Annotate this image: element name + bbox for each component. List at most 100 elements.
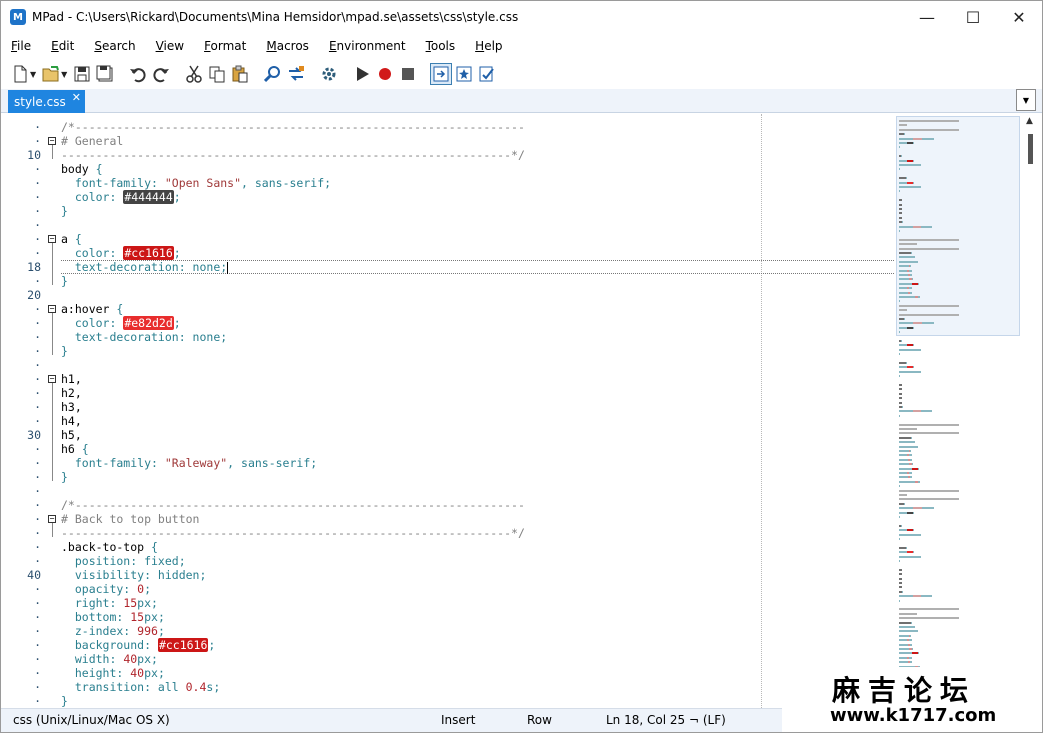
record-macro-button[interactable]	[374, 63, 396, 85]
toggle-panel-button[interactable]	[430, 63, 453, 85]
fold-toggle-icon[interactable]: −	[48, 235, 56, 243]
minimap-line	[899, 573, 902, 576]
scrollbar-thumb[interactable]	[1028, 134, 1033, 164]
cut-icon	[186, 65, 203, 83]
line-number: ·	[34, 358, 41, 372]
code-line[interactable]: h5,	[61, 428, 82, 442]
code-line[interactable]: color: #e82d2d;	[61, 316, 181, 330]
bookmark-button[interactable]	[453, 63, 475, 85]
cut-button[interactable]	[183, 63, 205, 85]
code-line[interactable]: opacity: 0;	[61, 582, 151, 596]
code-line[interactable]: background: #cc1616;	[61, 638, 215, 652]
status-selection-mode[interactable]: Row	[527, 713, 552, 727]
status-mode[interactable]: Insert	[441, 713, 475, 727]
menu-file[interactable]: File	[1, 35, 41, 57]
stop-macro-button[interactable]	[397, 63, 419, 85]
code-line[interactable]: right: 15px;	[61, 596, 158, 610]
code-line[interactable]: a:hover {	[61, 302, 123, 316]
code-token: color:	[61, 190, 124, 204]
code-line[interactable]: position: fixed;	[61, 554, 186, 568]
code-line[interactable]: /*--------------------------------------…	[61, 120, 525, 134]
copy-button[interactable]	[206, 63, 228, 85]
menu-view[interactable]: View	[146, 35, 194, 57]
open-button[interactable]	[40, 63, 62, 85]
code-line[interactable]: h2,	[61, 386, 82, 400]
new-file-dropdown-icon[interactable]: ▼	[30, 70, 36, 79]
code-line[interactable]: a {	[61, 232, 82, 246]
code-editor[interactable]: · · 10 · · · · · · · 18 · 20 · · · · · · · · · 30 · · · · · · · · · 40 · ·…	[1, 114, 894, 708]
code-token: opacity:	[61, 582, 138, 596]
menu-format[interactable]: Format	[194, 35, 256, 57]
code-line[interactable]: h6 {	[61, 442, 89, 456]
code-line[interactable]: width: 40px;	[61, 652, 158, 666]
fold-toggle-icon[interactable]: −	[48, 305, 56, 313]
find-button[interactable]	[262, 63, 284, 85]
code-line[interactable]: ----------------------------------------…	[61, 148, 525, 162]
code-token: color:	[61, 316, 124, 330]
tab-close-icon[interactable]: ✕	[72, 91, 81, 104]
code-line[interactable]: h3,	[61, 400, 82, 414]
minimap-line	[899, 278, 909, 281]
code-line[interactable]: body {	[61, 162, 103, 176]
menu-help[interactable]: Help	[465, 35, 512, 57]
save-button[interactable]	[71, 63, 93, 85]
code-line[interactable]: .back-to-top {	[61, 540, 158, 554]
fold-toggle-icon[interactable]: −	[48, 515, 56, 523]
code-line[interactable]: font-family: "Raleway", sans-serif;	[61, 456, 317, 470]
menu-environment[interactable]: Environment	[319, 35, 416, 57]
code-line[interactable]: text-decoration: none;	[61, 260, 229, 274]
code-line[interactable]: }	[61, 694, 68, 708]
code-line[interactable]: }	[61, 204, 68, 218]
minimap-line	[908, 472, 912, 474]
code-token: ----------------------------------------…	[61, 526, 525, 540]
code-line[interactable]: # Back to top button	[61, 512, 199, 526]
paste-button[interactable]	[229, 63, 251, 85]
undo-button[interactable]	[127, 63, 149, 85]
tab-list-dropdown[interactable]: ▼	[1016, 89, 1036, 111]
minimap-line	[899, 164, 921, 166]
title-bar: M MPad - C:\Users\Rickard\Documents\Mina…	[1, 1, 1042, 33]
open-dropdown-icon[interactable]: ▼	[61, 70, 67, 79]
code-line[interactable]: visibility: hidden;	[61, 568, 207, 582]
code-line[interactable]: height: 40px;	[61, 666, 165, 680]
menu-macros[interactable]: Macros	[256, 35, 319, 57]
code-line[interactable]: color: #444444;	[61, 190, 181, 204]
code-line[interactable]: }	[61, 344, 68, 358]
fold-toggle-icon[interactable]: −	[48, 137, 56, 145]
code-line[interactable]: color: #cc1616;	[61, 246, 181, 260]
save-all-button[interactable]	[94, 63, 116, 85]
code-line[interactable]: }	[61, 274, 68, 288]
status-syntax[interactable]: css (Unix/Linux/Mac OS X)	[13, 713, 170, 727]
minimap-line	[913, 551, 915, 554]
redo-button[interactable]	[150, 63, 172, 85]
maximize-button[interactable]: ☐	[950, 1, 996, 33]
menu-tools[interactable]: Tools	[416, 35, 466, 57]
minimap-line	[906, 177, 908, 180]
code-line[interactable]: ----------------------------------------…	[61, 526, 525, 540]
vertical-scrollbar[interactable]: ▲	[1022, 114, 1040, 708]
minimap[interactable]	[896, 114, 1021, 674]
code-token: ;	[157, 624, 165, 638]
code-line[interactable]: bottom: 15px;	[61, 610, 165, 624]
play-macro-button[interactable]	[351, 63, 373, 85]
close-button[interactable]: ✕	[996, 1, 1042, 33]
tab-style-css[interactable]: style.css ✕	[8, 90, 85, 113]
spellcheck-button[interactable]	[476, 63, 498, 85]
code-line[interactable]: transition: all 0.4s;	[61, 680, 220, 694]
minimize-button[interactable]: —	[904, 1, 950, 33]
scroll-up-icon[interactable]: ▲	[1026, 116, 1033, 126]
code-line[interactable]: text-decoration: none;	[61, 330, 227, 344]
menu-edit[interactable]: Edit	[41, 35, 84, 57]
fold-toggle-icon[interactable]: −	[48, 375, 56, 383]
new-file-button[interactable]	[9, 63, 31, 85]
code-line[interactable]: font-family: "Open Sans", sans-serif;	[61, 176, 331, 190]
code-line[interactable]: h4,	[61, 414, 82, 428]
menu-search[interactable]: Search	[84, 35, 145, 57]
settings-button[interactable]	[318, 63, 340, 85]
code-line[interactable]: }	[61, 470, 68, 484]
code-line[interactable]: h1,	[61, 372, 82, 386]
code-line[interactable]: z-index: 996;	[61, 624, 165, 638]
code-line[interactable]: # General	[61, 134, 123, 148]
replace-button[interactable]	[285, 63, 307, 85]
code-line[interactable]: /*--------------------------------------…	[61, 498, 525, 512]
